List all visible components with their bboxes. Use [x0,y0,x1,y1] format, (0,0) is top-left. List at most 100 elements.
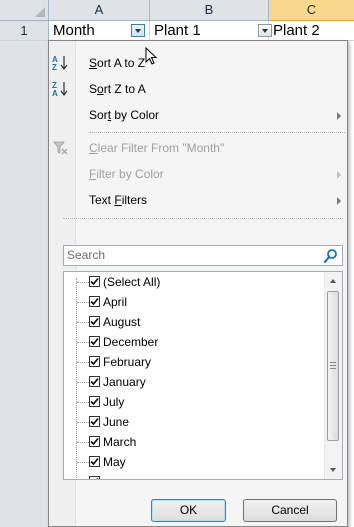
filter-dropdown-button-month[interactable] [131,24,145,37]
menu-item-sort-by-color[interactable]: Sort by Color [49,103,347,127]
menu-separator [89,132,345,133]
sort-za-post: rt Z to A [103,82,146,96]
cancel-button[interactable]: Cancel [243,499,337,522]
list-item[interactable]: December [64,332,322,352]
list-scrollbar[interactable] [324,272,342,479]
list-item-label: December [103,335,159,349]
checkbox-check-icon [96,477,99,479]
checkbox[interactable] [89,456,100,467]
list-item[interactable]: May [64,452,322,472]
column-header-c[interactable]: C [269,0,354,21]
cell-b1-text: Plant 1 [154,22,201,39]
submenu-arrow-icon [337,197,341,205]
scrollbar-thumb[interactable] [327,291,339,441]
menu-item-filter-by-color[interactable]: Filter by Color [49,162,347,186]
svg-text:Z: Z [52,63,57,71]
checkbox-check-icon [90,437,99,446]
checkbox-check-icon [90,317,99,326]
cell-c1[interactable]: Plant 2 [269,21,354,40]
checkbox-check-icon [90,337,99,346]
autofilter-menu: A Z Sort A to Z Z A Sort Z to A Sort by … [48,40,348,527]
filter-color-post: ilter by Color [96,167,164,181]
checkbox[interactable] [89,336,100,347]
checkbox[interactable] [89,316,100,327]
submenu-arrow-icon [337,112,341,120]
scroll-up-button[interactable] [325,272,342,289]
column-header-a[interactable]: A [49,0,150,20]
list-item[interactable]: July [64,392,322,412]
checkbox-check-icon [90,277,99,286]
sort-za-icon: Z A [52,81,68,97]
search-icon[interactable] [323,248,339,264]
cell-c1-text: Plant 2 [273,22,320,39]
scroll-up-arrow-icon [330,279,336,283]
sort-za-key: o [97,82,104,96]
list-item-label: May [103,455,126,469]
submenu-arrow-icon [337,171,341,179]
checkbox[interactable] [89,396,100,407]
ok-button[interactable]: OK [151,499,226,522]
list-item[interactable]: February [64,352,322,372]
menu-item-sort-z-to-a[interactable]: Z A Sort Z to A [49,77,347,101]
clear-filter-post: lear Filter From "Month" [97,141,225,155]
checkbox[interactable] [89,436,100,447]
list-item[interactable]: March [64,432,322,452]
filter-value-list[interactable]: (Select All) April August December Febru… [63,271,343,480]
dropdown-arrow-icon [135,29,141,33]
menu-item-text-filters[interactable]: Text Filters [49,188,347,212]
list-item-label: June [103,415,130,429]
row-header-1[interactable]: 1 [0,21,49,40]
checkbox-check-icon [90,297,99,306]
clear-filter-icon [53,141,68,155]
svg-text:A: A [52,89,58,97]
list-item-label: January [103,375,146,389]
list-item-partial[interactable] [64,472,322,479]
menu-item-clear-filter[interactable]: Clear Filter From "Month" [49,136,347,160]
dropdown-arrow-icon [262,29,268,33]
sort-color-pre: Sor [89,108,108,122]
sort-az-post: ort A to Z [97,56,146,70]
menu-item-sort-a-to-z[interactable]: A Z Sort A to Z [49,51,347,75]
list-item[interactable]: June [64,412,322,432]
checkbox[interactable] [89,416,100,427]
cell-a1-text: Month [53,22,95,39]
search-placeholder: Search [67,248,106,262]
list-item-label: April [103,295,128,309]
checkbox-check-icon [90,417,99,426]
mouse-cursor-icon [145,47,157,65]
text-filters-post: ilters [121,193,148,207]
list-item-label: (Select All) [103,275,161,289]
clear-filter-key: C [89,141,98,155]
sort-color-post: by Color [111,108,160,122]
list-item[interactable]: August [64,312,322,332]
text-filters-pre: Text [89,193,115,207]
checkbox-check-icon [90,397,99,406]
row-1: 1 Month Plant 1 Plant 2 [0,21,354,41]
list-item[interactable]: January [64,372,322,392]
checkbox[interactable] [89,276,100,287]
list-item-select-all[interactable]: (Select All) [64,272,322,292]
sort-az-icon: A Z [52,55,68,71]
list-item-label: August [103,315,141,329]
select-all-corner[interactable] [0,0,49,20]
sort-az-key: S [89,56,98,70]
checkbox[interactable] [89,476,100,479]
sort-za-pre: S [89,82,98,96]
menu-separator [63,218,343,219]
row-headers-column [0,41,49,527]
checkbox[interactable] [89,356,100,367]
list-item[interactable]: April [64,292,322,312]
list-item-label: July [103,395,125,409]
list-item-label: February [103,355,152,369]
cell-b1[interactable]: Plant 1 [150,21,269,40]
checkbox[interactable] [89,376,100,387]
checkbox-check-icon [90,457,99,466]
column-header-b[interactable]: B [150,0,269,20]
scroll-down-arrow-icon [330,468,336,472]
column-header-row: A B C [0,0,354,21]
scroll-down-button[interactable] [325,462,342,479]
checkbox[interactable] [89,296,100,307]
list-item-label: March [103,435,137,449]
checkbox-check-icon [90,357,99,366]
search-input[interactable]: Search [63,245,343,266]
